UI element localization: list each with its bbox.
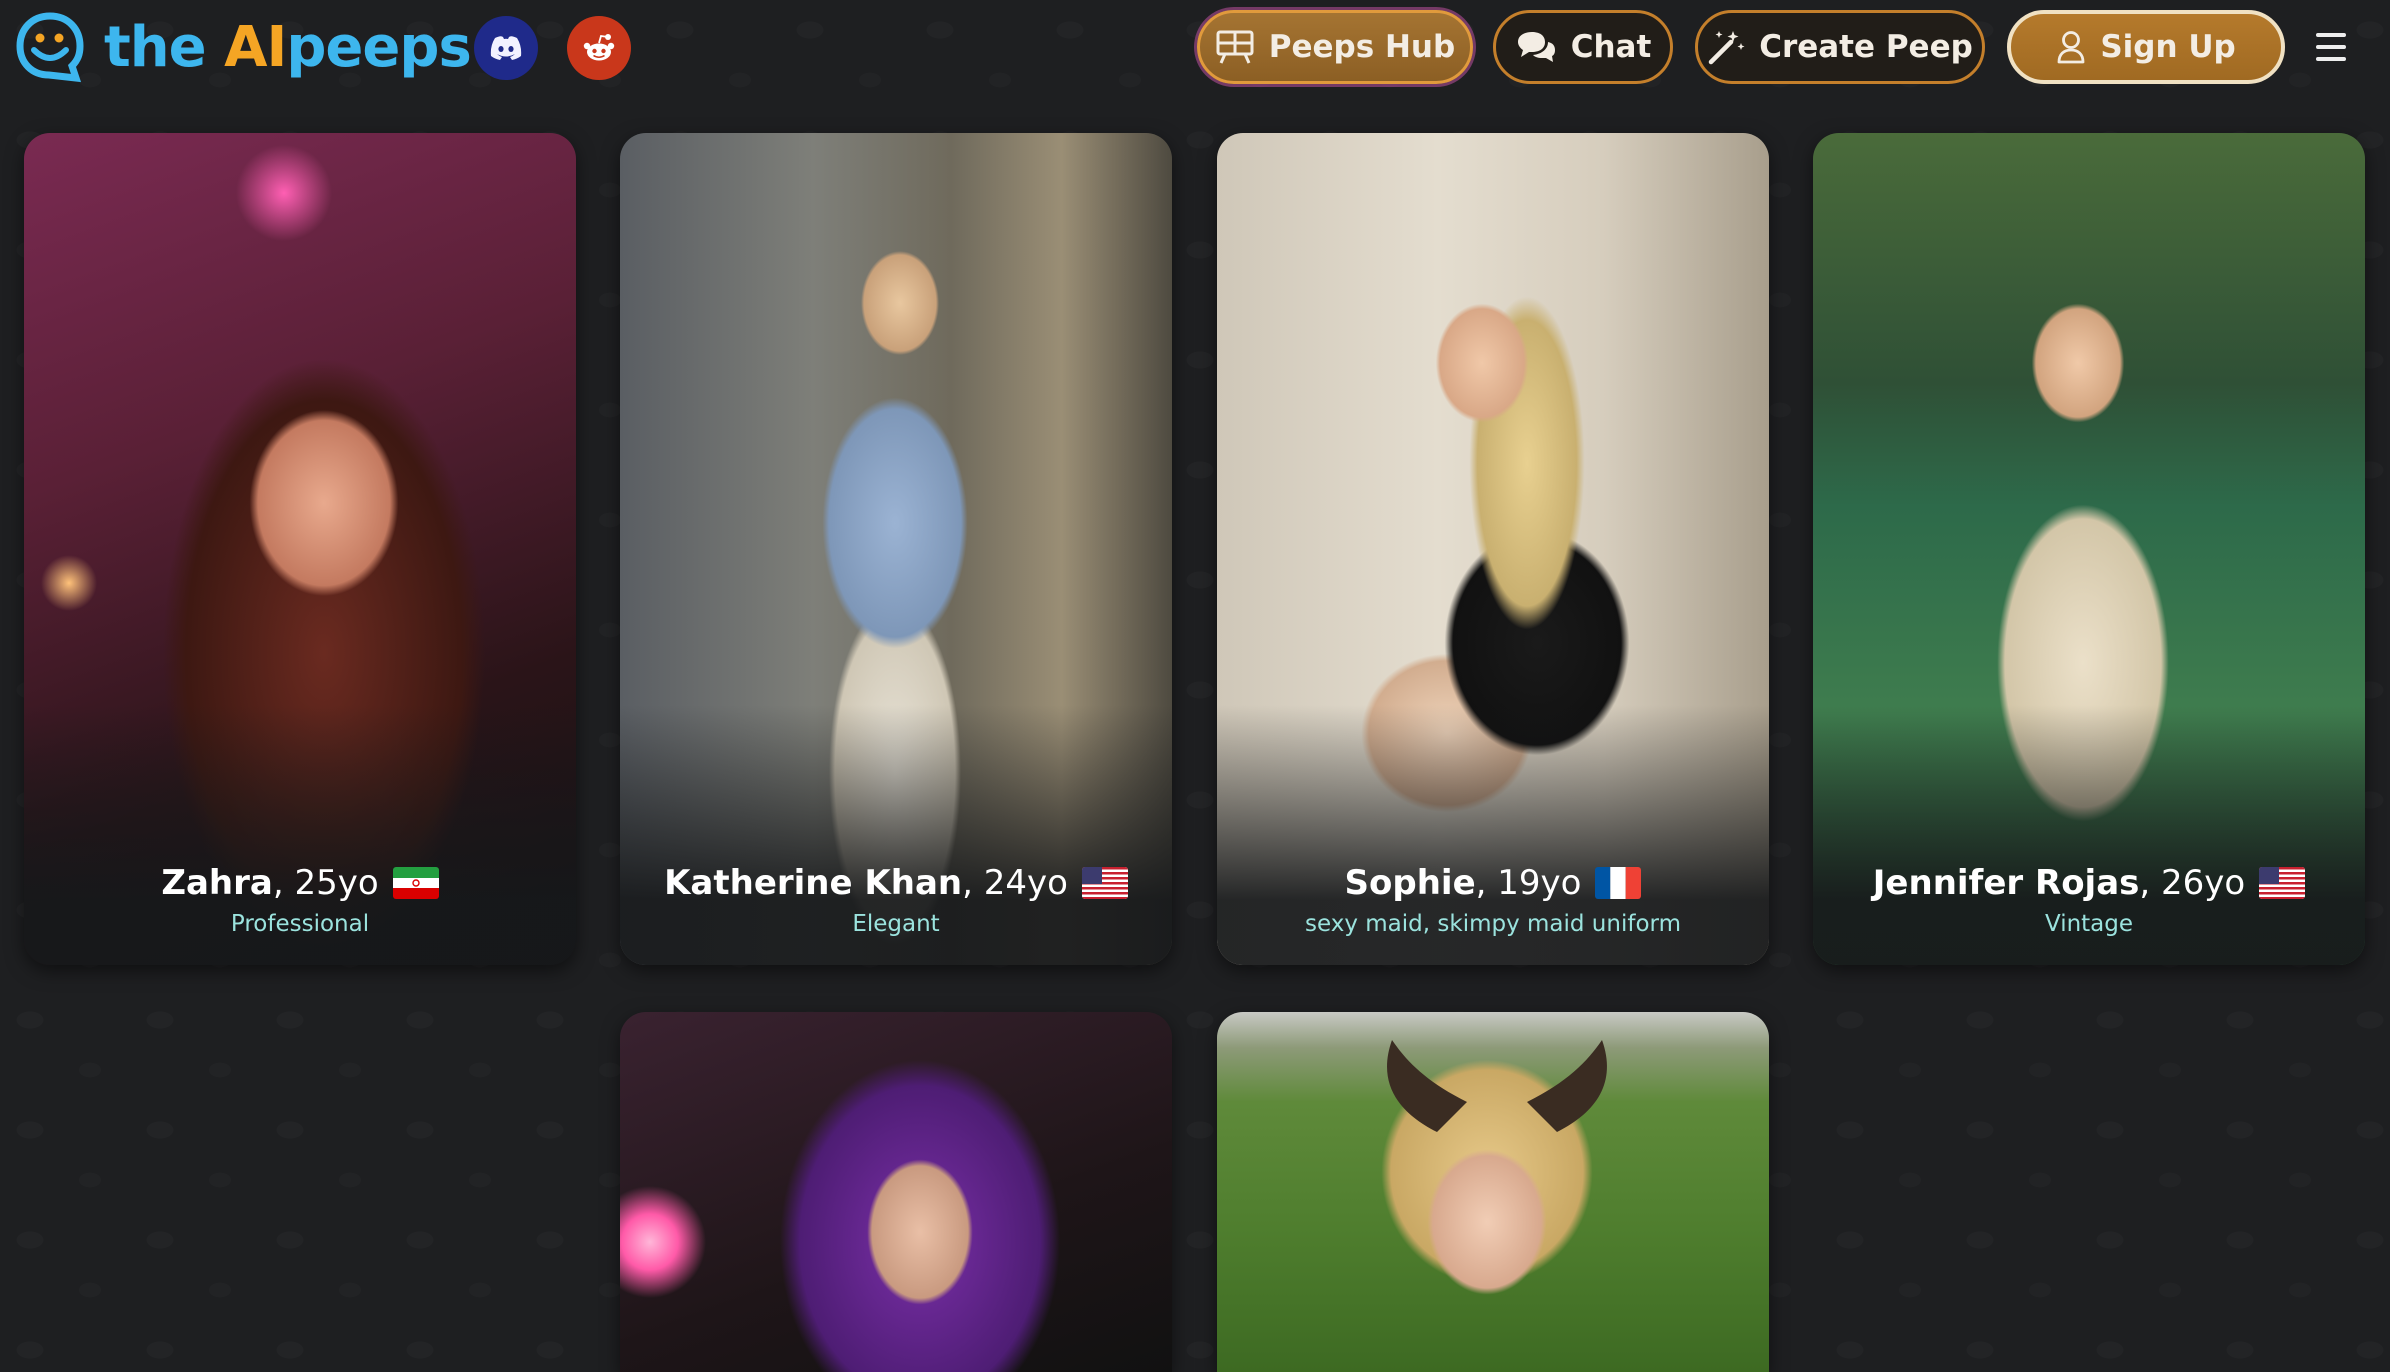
create-peep-label: Create Peep [1759, 29, 1973, 65]
peep-photo [620, 1012, 1172, 1372]
discord-icon [490, 36, 522, 60]
logo-wordmark: the AIpeeps [104, 20, 472, 76]
france-flag-icon [1595, 867, 1642, 899]
peep-name-line: Katherine Khan, 24yo [620, 861, 1172, 905]
horns-illustration [1387, 1040, 1607, 1132]
smiley-chat-icon [16, 12, 84, 83]
peep-name-line: Zahra, 25yo [24, 861, 576, 905]
peeps-hub-button[interactable]: Peeps Hub [1197, 10, 1473, 84]
peep-tag: Vintage [2044, 911, 2134, 937]
reddit-icon [583, 34, 615, 61]
usa-flag-icon [2259, 867, 2306, 899]
hamburger-menu-icon[interactable] [2316, 33, 2346, 61]
peep-age: , 19yo [1475, 863, 1582, 903]
menu-bar [2316, 45, 2346, 49]
peep-tag: Professional [230, 911, 370, 937]
peep-card-purple-hair[interactable] [620, 1012, 1172, 1372]
peep-caption: Sophie, 19yo sexy maid, skimpy maid unif… [1217, 861, 1769, 937]
peep-age: , 26yo [2139, 863, 2246, 903]
reddit-button[interactable] [567, 16, 631, 80]
peep-age: , 24yo [962, 863, 1068, 903]
discord-button[interactable] [474, 16, 538, 80]
menu-bar [2316, 33, 2346, 37]
usa-flag-icon [1081, 867, 1128, 899]
chat-button[interactable]: Chat [1493, 10, 1673, 84]
peeps-hub-label: Peeps Hub [1268, 29, 1456, 65]
logo-prefix: the [104, 15, 225, 80]
peep-tag: Elegant [852, 911, 940, 937]
peep-tag: sexy maid, skimpy maid uniform [1305, 911, 1681, 937]
logo-suffix: peeps [286, 15, 471, 80]
peep-card-jennifer-rojas[interactable]: Jennifer Rojas, 26yo Vintage [1813, 133, 2365, 965]
peep-name: Jennifer Rojas [1872, 863, 2140, 903]
chat-label: Chat [1570, 29, 1652, 65]
site-logo[interactable]: the AIpeeps [14, 8, 472, 88]
peep-card-katherine-khan[interactable]: Katherine Khan, 24yo Elegant [620, 133, 1172, 965]
sign-up-button[interactable]: Sign Up [2007, 10, 2285, 84]
peep-name: Zahra [161, 863, 273, 903]
create-peep-button[interactable]: Create Peep [1695, 10, 1985, 84]
display-board-icon [1216, 30, 1254, 64]
menu-bar [2316, 57, 2346, 61]
user-icon [2057, 31, 2085, 64]
logo-ai: AI [224, 15, 287, 80]
peep-card-zahra[interactable]: Zahra, 25yo Professional [24, 133, 576, 965]
peep-name: Katherine Khan [664, 863, 963, 903]
peep-name-line: Jennifer Rojas, 26yo [1813, 861, 2365, 905]
peep-card-sophie[interactable]: Sophie, 19yo sexy maid, skimpy maid unif… [1217, 133, 1769, 965]
top-navigation: the AIpeeps Peeps Hub Chat Create Peep S… [0, 0, 2390, 98]
iran-flag-icon [392, 867, 439, 899]
peep-caption: Zahra, 25yo Professional [24, 861, 576, 937]
peep-age: , 25yo [272, 863, 379, 903]
sign-up-label: Sign Up [2100, 29, 2236, 65]
peep-card-horned[interactable] [1217, 1012, 1769, 1372]
peep-caption: Jennifer Rojas, 26yo Vintage [1813, 861, 2365, 937]
peep-caption: Katherine Khan, 24yo Elegant [620, 861, 1172, 937]
peep-name: Sophie [1344, 863, 1476, 903]
peep-name-line: Sophie, 19yo [1217, 861, 1769, 905]
chat-bubbles-icon [1517, 32, 1555, 62]
magic-wand-icon [1708, 31, 1745, 65]
